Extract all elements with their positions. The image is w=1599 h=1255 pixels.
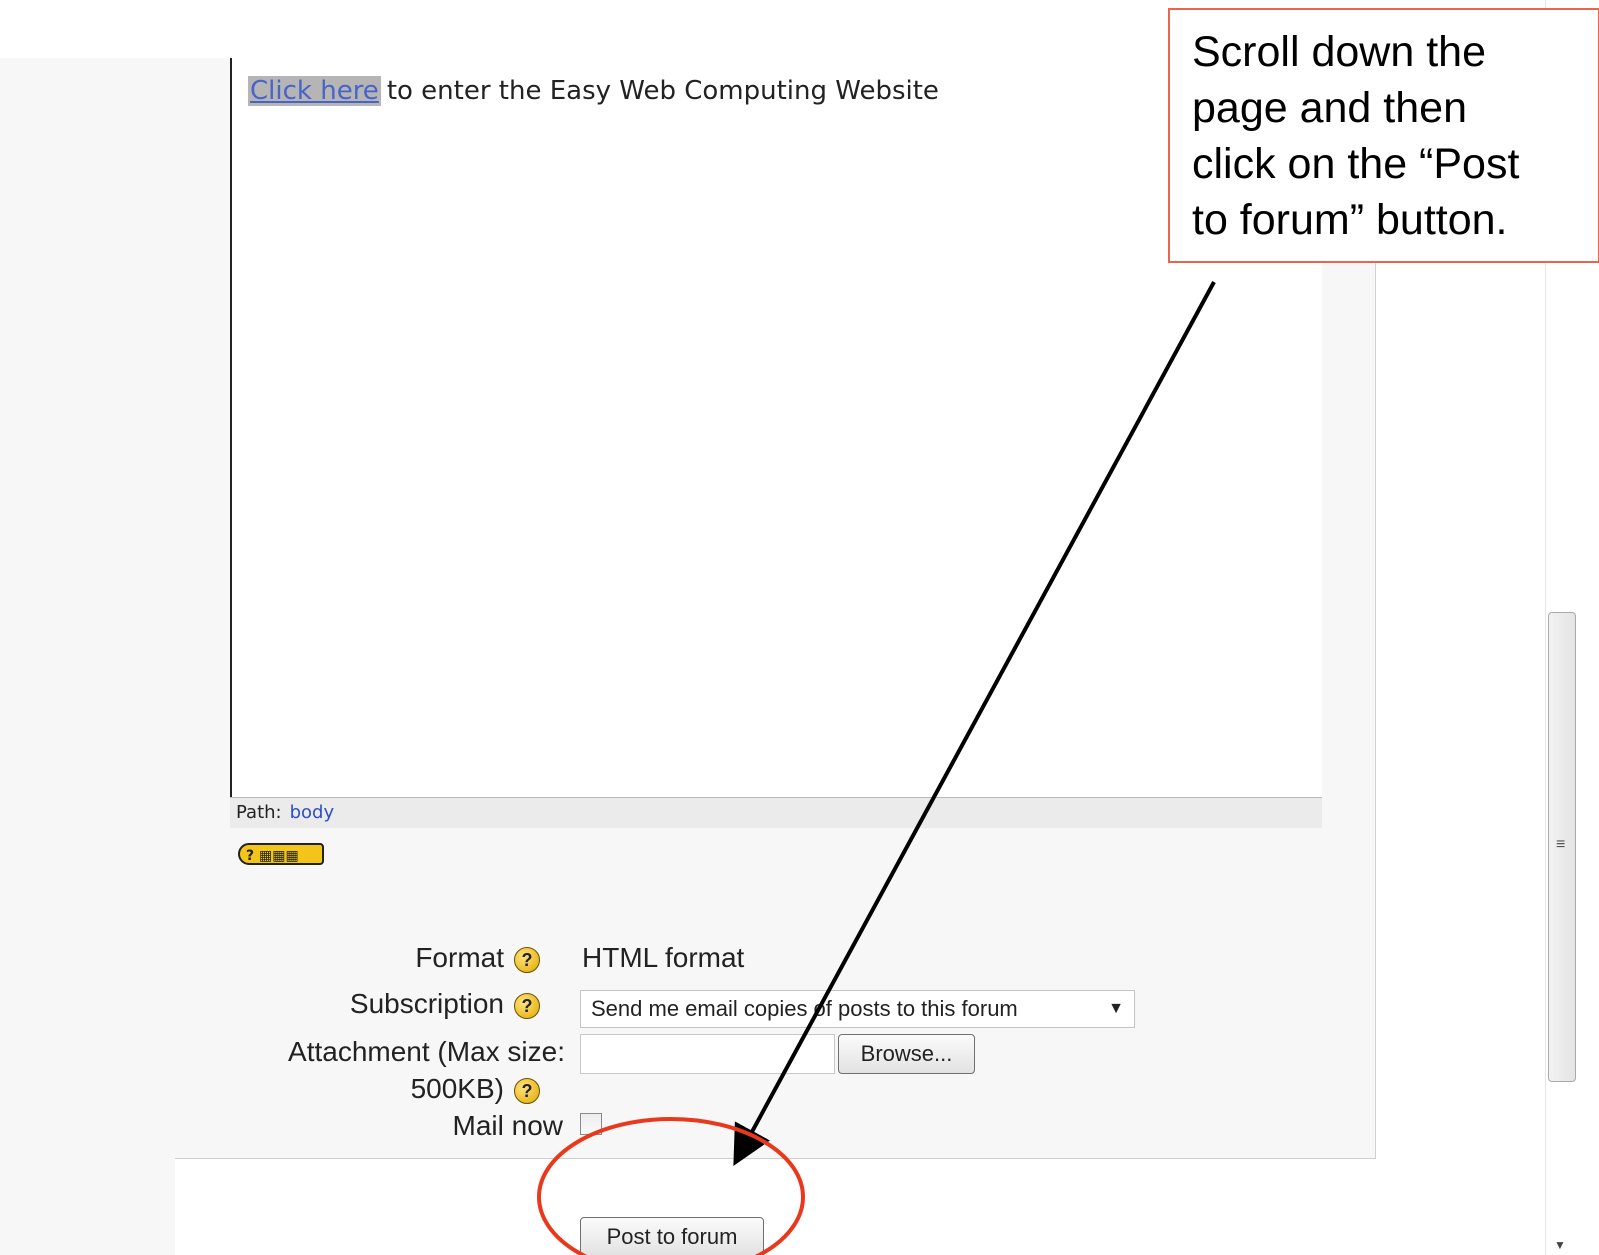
callout-line: Scroll down the xyxy=(1192,28,1486,76)
attachment-label-line2-row: 500KB)? xyxy=(300,1073,540,1105)
post-to-forum-button[interactable]: Post to forum xyxy=(580,1217,764,1255)
left-margin xyxy=(0,58,175,1255)
help-circle-icon[interactable]: ? xyxy=(514,992,540,1019)
format-label-row: Format? xyxy=(300,942,540,974)
subscription-selected: Send me email copies of posts to this fo… xyxy=(591,996,1018,1021)
subscription-label: Subscription xyxy=(349,988,504,1019)
editor-link[interactable]: Click here xyxy=(248,76,381,106)
subscription-label-row: Subscription? xyxy=(240,988,540,1020)
scroll-down-arrow-icon[interactable]: ▼ xyxy=(1554,1238,1566,1252)
instruction-callout: Scroll down the page and then click on t… xyxy=(1168,8,1599,263)
format-label: Format xyxy=(415,942,504,973)
editor-content-line: Click here to enter the Easy Web Computin… xyxy=(248,76,939,106)
scrollbar-grip-icon: ≡ xyxy=(1556,836,1566,853)
callout-line: page and then xyxy=(1192,84,1467,132)
rich-text-editor[interactable]: Click here to enter the Easy Web Computin… xyxy=(230,58,1322,798)
mail-now-checkbox[interactable] xyxy=(580,1113,602,1135)
attachment-label-line1: Attachment (Max size: xyxy=(288,1036,565,1067)
editor-path-bar: Path: body xyxy=(230,797,1322,828)
editor-text: to enter the Easy Web Computing Website xyxy=(386,76,939,106)
callout-line: click on the “Post xyxy=(1192,140,1520,188)
attachment-size-label: 500KB) xyxy=(410,1073,504,1104)
path-body-link[interactable]: body xyxy=(290,802,335,823)
help-circle-icon[interactable]: ? xyxy=(514,1077,540,1104)
format-value: HTML format xyxy=(582,942,745,973)
attachment-file-input[interactable] xyxy=(580,1034,835,1074)
path-label: Path: xyxy=(236,802,282,823)
chevron-down-icon: ▼ xyxy=(1108,1000,1124,1017)
callout-line: to forum” button. xyxy=(1192,196,1508,244)
browse-button[interactable]: Browse... xyxy=(838,1034,975,1074)
page: Click here to enter the Easy Web Computin… xyxy=(0,0,1599,1255)
help-circle-icon[interactable]: ? xyxy=(514,946,540,973)
subscription-select[interactable]: Send me email copies of posts to this fo… xyxy=(580,990,1135,1028)
mail-now-label: Mail now xyxy=(452,1110,563,1141)
keyboard-help-icon[interactable]: ? ▦▦▦ xyxy=(238,843,324,865)
